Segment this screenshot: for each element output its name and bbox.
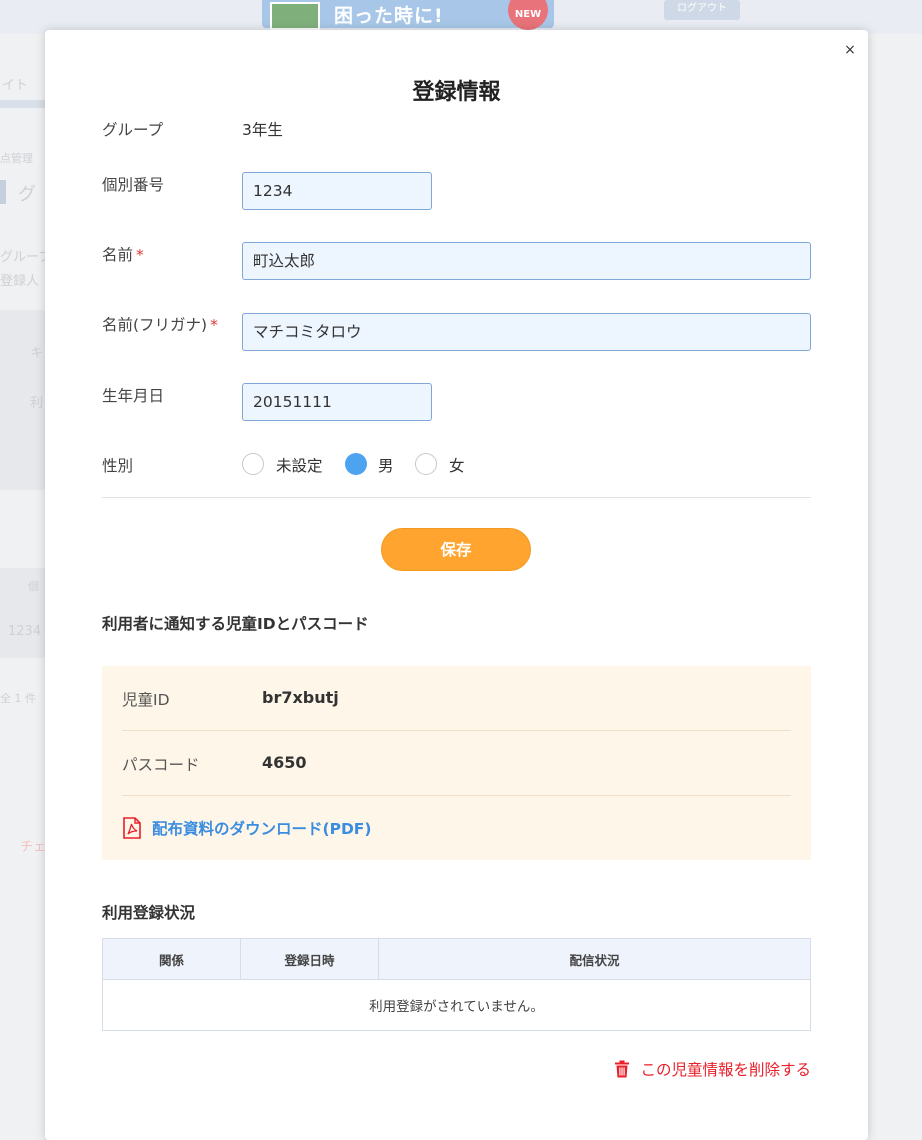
background-text: 個 (28, 580, 39, 593)
background-text: グループ (0, 250, 52, 265)
gender-label: 性別 (102, 457, 134, 475)
background-banner-text: 困った時に! (334, 5, 444, 27)
background-nav-bar (0, 100, 46, 108)
background-banner-image (270, 2, 320, 30)
credentials-divider (122, 795, 791, 796)
delete-child-label[interactable]: この児童情報を削除する (640, 1058, 811, 1080)
pdf-file-icon (123, 817, 141, 839)
background-text: 1234 (8, 624, 42, 639)
passcode-value: 4650 (262, 753, 307, 772)
birthday-input[interactable]: 20151111 (242, 383, 432, 421)
credentials-divider (122, 730, 791, 731)
column-header-delivery-status: 配信状況 (378, 938, 811, 980)
credentials-section-title: 利用者に通知する児童IDとパスコード (102, 615, 369, 633)
number-input[interactable]: 1234 (242, 172, 432, 210)
required-mark: * (210, 316, 218, 334)
form-divider (102, 497, 811, 498)
background-text: 登録人 (0, 274, 40, 289)
child-id-label: 児童ID (122, 691, 170, 709)
credentials-box: 児童ID br7xbutj パスコード 4650 配布資料のダウンロード(PDF… (102, 666, 811, 860)
passcode-label: パスコード (122, 756, 200, 774)
pdf-download-label[interactable]: 配布資料のダウンロード(PDF) (152, 817, 371, 839)
empty-message: 利用登録がされていません。 (102, 979, 811, 1031)
pdf-download-link[interactable]: 配布資料のダウンロード(PDF) (122, 817, 371, 839)
background-chip (0, 180, 6, 204)
gender-radio-unset[interactable] (242, 453, 264, 475)
background-logout-button: ログアウト (664, 0, 740, 20)
birthday-label: 生年月日 (102, 387, 165, 405)
registration-table: 関係 登録日時 配信状況 利用登録がされていません。 (102, 938, 811, 1031)
group-value: 3年生 (242, 121, 283, 139)
name-input[interactable]: 町込太郎 (242, 242, 811, 280)
gender-option-label[interactable]: 未設定 (276, 454, 323, 476)
kana-input[interactable]: マチコミタロウ (242, 313, 811, 351)
kana-label: 名前(フリガナ) * (102, 313, 218, 335)
delete-child-link[interactable]: この児童情報を削除する (614, 1058, 811, 1080)
table-header-row: 関係 登録日時 配信状況 (102, 938, 811, 980)
background-text: 利 (30, 396, 44, 411)
group-label: グループ (102, 121, 164, 139)
gender-option-label[interactable]: 男 (378, 454, 394, 476)
trash-icon (615, 1060, 630, 1078)
background-text: 点管理 (0, 152, 33, 165)
modal-title: 登録情報 (412, 80, 501, 105)
background-text: チェ (20, 840, 47, 855)
child-id-value: br7xbutj (262, 688, 339, 707)
background-text: キ (30, 346, 44, 361)
column-header-relation: 関係 (102, 938, 241, 980)
background-right-margin (868, 34, 922, 1125)
gender-option-label[interactable]: 女 (449, 454, 465, 476)
table-row: 利用登録がされていません。 (102, 979, 811, 1031)
number-label: 個別番号 (102, 176, 165, 194)
name-label: 名前 * (102, 243, 144, 265)
gender-radio-female[interactable] (415, 453, 437, 475)
column-header-registered-at: 登録日時 (240, 938, 379, 980)
close-button[interactable]: × (842, 42, 858, 58)
name-label-text: 名前 (102, 246, 134, 264)
registration-info-modal: 登録情報 × グループ 3年生 個別番号 1234 名前 * 町込太郎 名前(フリ… (45, 30, 868, 1140)
kana-label-text: 名前(フリガナ) (102, 316, 208, 334)
background-table (0, 568, 46, 658)
save-button[interactable]: 保存 (381, 528, 531, 571)
registration-section-title: 利用登録状況 (102, 904, 196, 922)
background-text: グ (18, 184, 36, 205)
gender-radio-male[interactable] (345, 453, 367, 475)
background-text: 全 1 件 (0, 692, 36, 705)
background-text: イト (2, 78, 29, 93)
required-mark: * (136, 246, 144, 264)
